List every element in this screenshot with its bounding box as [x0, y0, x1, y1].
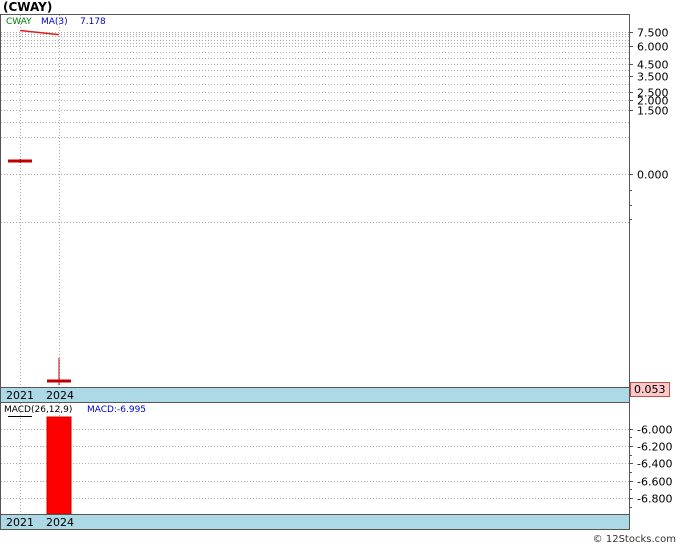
- macd-y-axis: -6.000 -6.200 -6.400 -6.600 -6.800: [629, 424, 672, 508]
- price-tick-label-0: 7.500: [637, 27, 669, 40]
- price-tick-label-7: 0.000: [637, 169, 669, 182]
- macd-year-label-2021: 2021: [6, 516, 34, 529]
- macd-year-band: [0, 514, 630, 530]
- price-tick-label-6: 1.500: [637, 105, 669, 118]
- macd-tick-label-4: -6.800: [637, 493, 672, 506]
- macd-marks: [46, 416, 72, 515]
- watermark: © 12Stocks.com: [592, 534, 676, 545]
- price-tick-label-1: 6.000: [637, 41, 669, 54]
- ma-legend-label: MA(3): [41, 17, 68, 27]
- price-tick-label-3: 3.500: [637, 71, 669, 84]
- macd-tick-label-1: -6.200: [637, 441, 672, 454]
- chart-canvas: 7.5006.0004.5003.5002.5002.0001.5000.000…: [0, 14, 672, 530]
- ticker-legend: CWAY: [6, 17, 32, 27]
- macd-legend-value: MACD:-6.995: [87, 405, 146, 415]
- macd-tick-label-2: -6.400: [637, 458, 672, 471]
- macd-legend-label: MACD(26,12,9): [4, 405, 72, 415]
- macd-tick-label-0: -6.000: [637, 424, 672, 437]
- price-year-label-2021: 2021: [6, 389, 34, 402]
- macd-bar-2024: [46, 416, 72, 515]
- price-y-axis: 7.5006.0004.5003.5002.5002.0001.5000.000: [629, 27, 669, 220]
- macd-tick-label-3: -6.600: [637, 476, 672, 489]
- price-year-band: [0, 387, 630, 403]
- macd-panel-frame: [0, 402, 630, 515]
- ma-legend-value: 7.178: [80, 17, 106, 27]
- current-price-label: 0.053: [634, 383, 666, 396]
- macd-year-label-2024: 2024: [46, 516, 74, 529]
- price-year-label-2024: 2024: [46, 389, 74, 402]
